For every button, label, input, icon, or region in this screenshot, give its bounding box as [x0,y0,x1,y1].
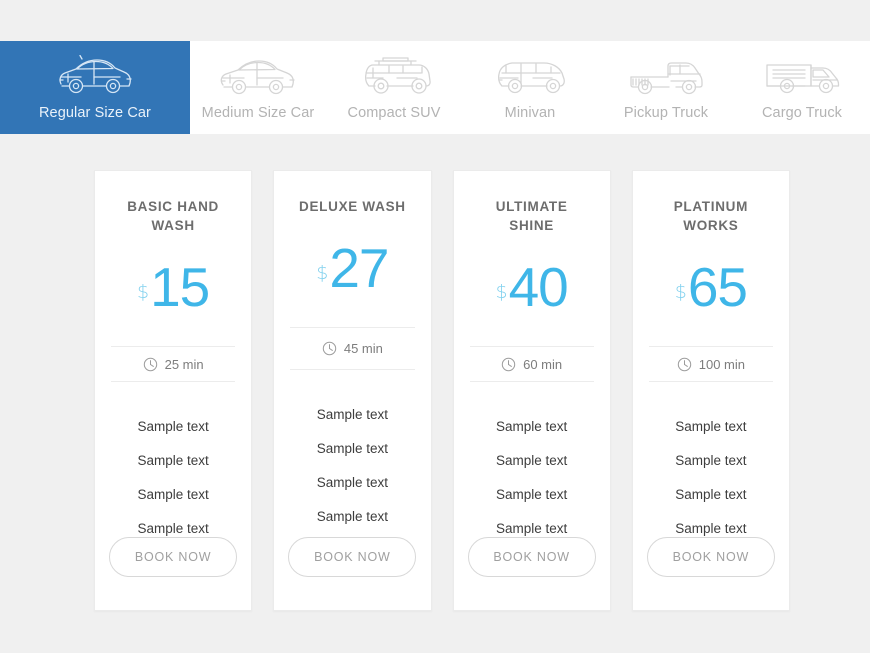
currency-symbol: $ [136,281,150,303]
plan-feature: Sample text [675,453,747,469]
pricing-page: Regular Size Car Medium Size Car Compact… [0,0,870,653]
divider [111,381,236,383]
divider [648,381,773,383]
divider [469,381,594,383]
minivan-icon [490,52,570,102]
plan-feature: Sample text [316,509,389,524]
plan-feature-list: Sample text Sample text Sample text Samp… [95,419,251,537]
plan-feature: Sample text [137,487,209,503]
pricing-card-list: BASIC HAND WASH $ 15 25 min Sample text [94,170,790,611]
plan-feature: Sample text [495,453,568,469]
pricing-card: DELUXE WASH $ 27 45 min Sample text Samp… [273,170,432,611]
plan-feature: Sample text [137,419,209,435]
clock-icon [501,357,516,372]
plan-feature: Sample text [137,453,209,469]
plan-feature: Sample text [675,487,747,503]
plan-feature: Sample text [316,475,389,490]
tab-minivan[interactable]: Minivan [462,41,598,134]
plan-title: DELUXE WASH [299,199,406,214]
tab-label: Cargo Truck [761,105,843,121]
pricing-card: PLATINUM WORKS $ 65 100 min Sample text [631,170,790,611]
clock-icon [322,341,337,356]
price-amount: 65 [687,256,748,318]
plan-price: $ 65 [674,249,748,318]
book-now-button[interactable]: BOOK NOW [467,537,596,578]
plan-duration: 25 min [143,347,204,381]
pickup-truck-icon [624,52,708,102]
tab-label: Regular Size Car [38,105,151,121]
regular-size-car-icon [56,52,134,102]
plan-feature: Sample text [137,521,209,537]
clock-icon [677,357,692,372]
book-now-button[interactable]: BOOK NOW [109,537,238,578]
book-now-button[interactable]: BOOK NOW [646,537,775,578]
plan-feature: Sample text [316,407,389,422]
price-amount: 27 [329,237,389,299]
duration-label: 25 min [164,356,204,372]
plan-price: $ 27 [316,230,389,299]
price-amount: 40 [508,256,569,318]
book-now-button[interactable]: BOOK NOW [288,537,417,577]
currency-symbol: $ [674,281,687,303]
plan-duration: 45 min [322,328,383,369]
currency-symbol: $ [495,281,508,303]
pricing-card: ULTIMATE SHINE $ 40 60 min Sample text S… [452,170,611,611]
duration-label: 60 min [523,356,563,372]
tab-regular-size-car[interactable]: Regular Size Car [0,41,190,134]
cargo-truck-icon [761,52,843,102]
plan-title: PLATINUM WORKS [673,199,749,233]
book-button-wrap: BOOK NOW [109,537,238,578]
vehicle-type-tabbar: Regular Size Car Medium Size Car Compact… [0,41,870,134]
plan-feature: Sample text [675,419,747,435]
tab-cargo-truck[interactable]: Cargo Truck [734,41,870,134]
plan-feature: Sample text [495,487,568,503]
medium-size-car-icon [216,52,300,102]
pricing-card: BASIC HAND WASH $ 15 25 min Sample text [94,170,253,611]
tab-label: Minivan [504,105,556,121]
plan-feature: Sample text [675,521,747,537]
compact-suv-icon [353,52,435,102]
plan-price: $ 40 [495,249,569,318]
plan-duration: 60 min [501,347,562,381]
divider [290,369,415,370]
clock-icon [143,357,158,372]
book-button-wrap: BOOK NOW [467,537,596,578]
plan-feature: Sample text [316,441,389,456]
duration-label: 100 min [698,356,745,372]
book-button-wrap: BOOK NOW [288,537,417,577]
currency-symbol: $ [316,262,329,284]
tab-label: Compact SUV [347,105,441,121]
tab-label: Pickup Truck [623,105,709,121]
tab-compact-suv[interactable]: Compact SUV [326,41,462,134]
duration-label: 45 min [343,341,383,356]
tab-pickup-truck[interactable]: Pickup Truck [598,41,734,134]
plan-title: BASIC HAND WASH [127,199,219,233]
plan-feature: Sample text [495,419,568,435]
tab-label: Medium Size Car [201,105,315,121]
plan-feature: Sample text [495,521,568,537]
plan-title: ULTIMATE SHINE [495,199,568,233]
plan-feature-list: Sample text Sample text Sample text Samp… [454,419,610,537]
price-amount: 15 [150,256,210,318]
plan-feature-list: Sample text Sample text Sample text Samp… [274,407,430,525]
plan-feature-list: Sample text Sample text Sample text Samp… [633,419,789,537]
plan-price: $ 15 [136,249,210,318]
plan-duration: 100 min [677,347,745,381]
tab-medium-size-car[interactable]: Medium Size Car [190,41,326,134]
book-button-wrap: BOOK NOW [646,537,775,578]
